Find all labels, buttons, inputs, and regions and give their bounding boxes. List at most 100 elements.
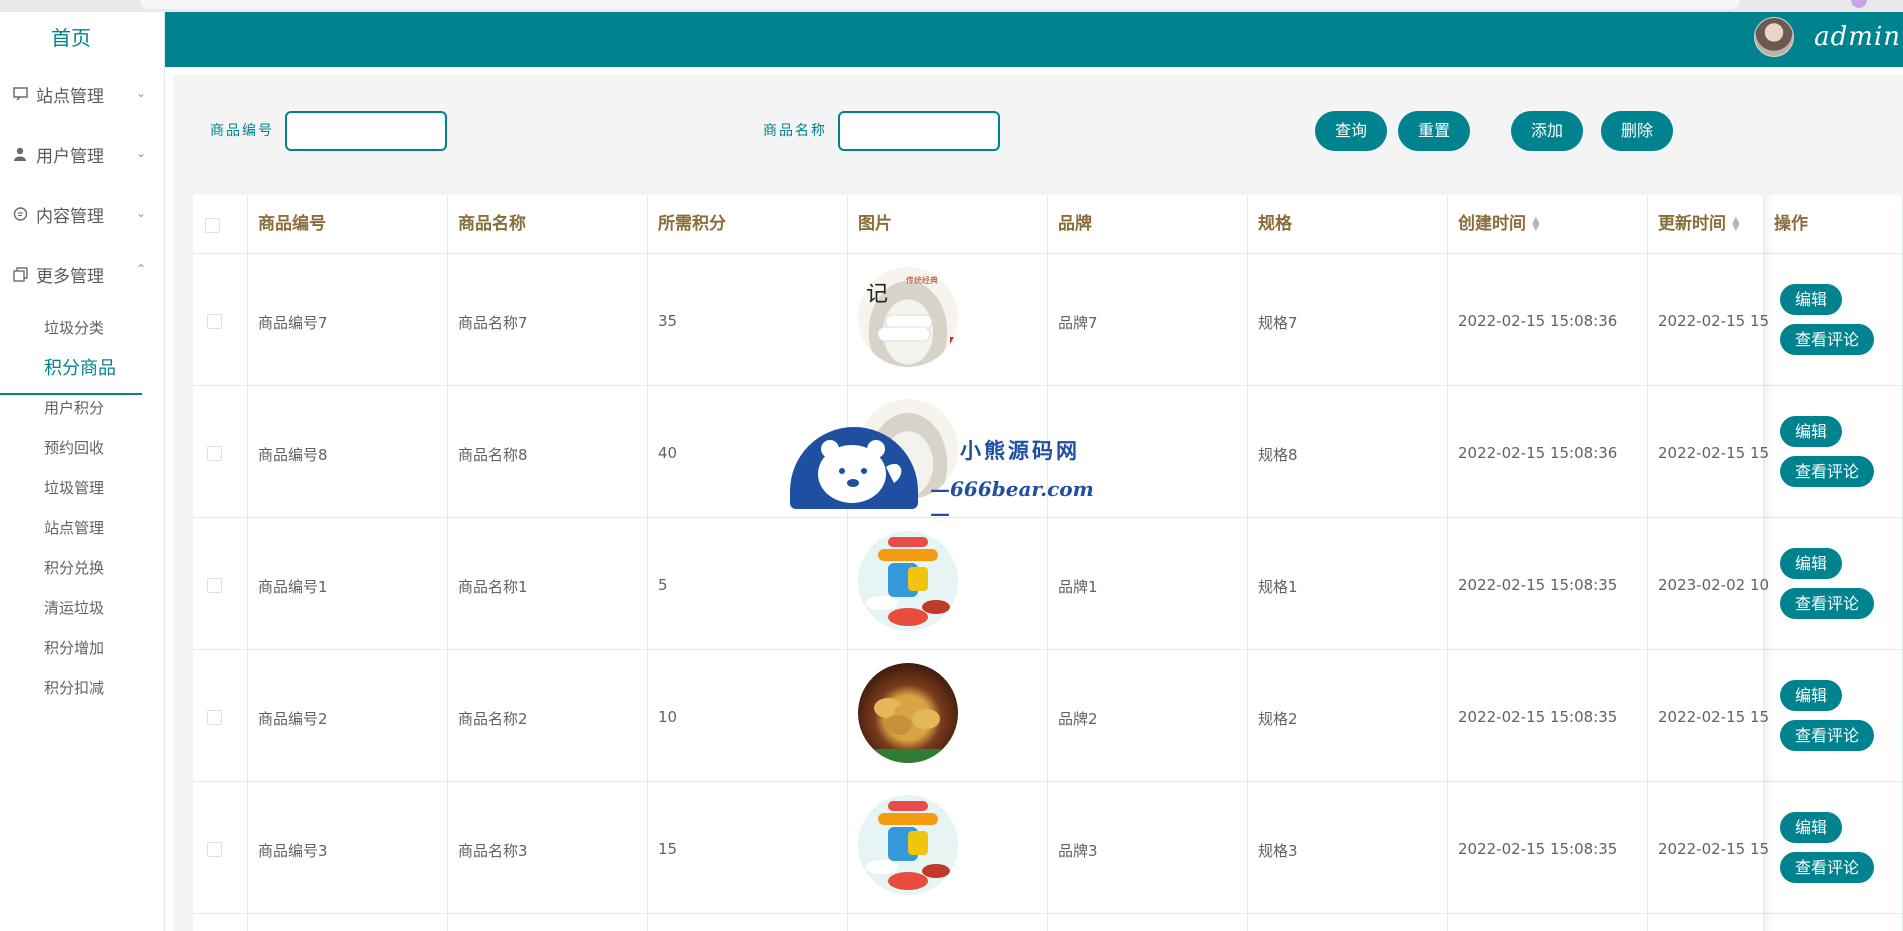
cell-created: 2022-02-15 15:08:36 [1458,444,1618,462]
user-menu[interactable]: admin [1754,17,1901,57]
view-comments-button[interactable]: 查看评论 [1780,456,1874,487]
row-checkbox[interactable] [207,314,222,329]
delete-button[interactable]: 删除 [1601,111,1673,151]
sidebar-home[interactable]: 首页 [0,22,142,51]
row-divider [193,649,1903,650]
row-checkbox[interactable] [207,446,222,461]
cell-spec: 规格2 [1258,710,1298,728]
sidebar-menu-site[interactable]: 站点管理 ⌄ [12,76,146,112]
row-divider [193,385,1903,386]
col-created [1448,195,1648,931]
cell-points: 10 [658,708,678,726]
row-checkbox[interactable] [207,842,222,857]
search-name-input[interactable] [838,111,1000,151]
sidebar-item-trash-manage[interactable]: 垃圾管理 [44,477,104,498]
fixed-column-shadow [1764,195,1774,931]
th-created[interactable]: 创建时间 ▲ ▼ [1448,195,1648,253]
bear-logo-icon [790,427,918,509]
edit-button[interactable]: 编辑 [1780,548,1842,579]
th-updated[interactable]: 更新时间 ▲ ▼ [1648,195,1764,253]
search-code-input[interactable] [285,111,447,151]
cell-updated: 2023-02-02 10 [1658,576,1770,594]
sidebar-item-points-goods[interactable]: 积分商品 [44,354,116,380]
view-comments-button[interactable]: 查看评论 [1780,588,1874,619]
col-select [193,195,248,931]
cell-updated: 2022-02-15 15 [1658,840,1770,858]
watermark: 小熊源码网 —666bear.com— [790,427,1110,525]
sidebar-item-points-exchange[interactable]: 积分兑换 [44,557,104,578]
cell-code: 商品编号2 [258,710,328,728]
edit-button[interactable]: 编辑 [1780,284,1842,315]
sidebar-item-user-points[interactable]: 用户积分 [44,397,104,418]
th-created-label: 创建时间 [1458,214,1526,234]
cell-created: 2022-02-15 15:08:36 [1458,312,1618,330]
col-code [248,195,448,931]
sidebar-item-site-manage[interactable]: 站点管理 [44,517,104,538]
watermark-title: 小熊源码网 [960,438,1080,463]
add-button[interactable]: 添加 [1511,111,1583,151]
cell-created: 2022-02-15 15:08:35 [1458,708,1618,726]
row-divider [193,781,1903,782]
svg-text:记: 记 [866,282,888,307]
sidebar-menu-content[interactable]: 内容管理 ⌄ [12,196,146,232]
monitor-icon [12,86,28,102]
browser-strip [0,0,1903,12]
product-image [858,663,958,763]
row-checkbox[interactable] [207,710,222,725]
cell-updated: 2022-02-15 15 [1658,708,1770,726]
cell-code: 商品编号1 [258,578,328,596]
sidebar-item-clear-trash[interactable]: 清运垃圾 [44,597,104,618]
view-comments-button[interactable]: 查看评论 [1780,852,1874,883]
reset-button[interactable]: 重置 [1398,111,1470,151]
query-button[interactable]: 查询 [1315,111,1387,151]
cell-points: 35 [658,312,678,330]
th-actions: 操作 [1774,214,1808,234]
avatar[interactable] [1754,17,1795,57]
goods-table: 商品编号 商品名称 所需积分 图片 品牌 规格 创建时间 ▲ ▼ 更新时间 ▲ ▼ 操作… [193,195,1903,931]
profile-icon[interactable] [1851,0,1867,8]
sidebar-menu-more[interactable]: 更多管理 ⌃ [12,256,146,292]
sidebar-menu-label: 更多管理 [36,266,104,287]
cell-points: 15 [658,840,678,858]
cell-spec: 规格1 [1258,578,1298,596]
cell-name: 商品名称1 [458,578,528,596]
row-checkbox[interactable] [207,578,222,593]
svg-text:传统经典: 传统经典 [906,275,938,285]
edit-button[interactable]: 编辑 [1780,416,1842,447]
sidebar-item-points-deduct[interactable]: 积分扣减 [44,677,104,698]
header-divider [193,253,1903,254]
cell-points: 40 [658,444,678,462]
cell-name: 商品名称2 [458,710,528,728]
view-comments-button[interactable]: 查看评论 [1780,720,1874,751]
edit-button[interactable]: 编辑 [1780,680,1842,711]
cell-updated: 2022-02-15 15 [1658,444,1770,462]
view-comments-button[interactable]: 查看评论 [1780,324,1874,355]
address-bar[interactable] [140,0,1740,9]
username[interactable]: admin [1814,22,1901,52]
sidebar-item-points-add[interactable]: 积分增加 [44,637,104,658]
sidebar-menu-user[interactable]: 用户管理 ⌄ [12,136,146,172]
cell-spec: 规格7 [1258,314,1298,332]
sidebar-menu-label: 站点管理 [36,86,104,107]
cell-name: 商品名称7 [458,314,528,332]
sort-icon[interactable]: ▲ ▼ [1732,216,1740,233]
sidebar-active-indicator [0,393,142,395]
th-code: 商品编号 [258,214,326,234]
chat-icon [12,206,28,222]
cell-name: 商品名称3 [458,842,528,860]
edit-button[interactable]: 编辑 [1780,812,1842,843]
user-icon [12,146,28,162]
chevron-down-icon: ⌄ [135,206,146,220]
search-code-label: 商品编号 [210,123,274,139]
sidebar-item-recycle-booking[interactable]: 预约回收 [44,437,104,458]
search-name-label: 商品名称 [763,123,827,139]
select-all-checkbox[interactable] [205,218,220,233]
col-updated [1648,195,1764,931]
cell-brand: 品牌3 [1058,842,1098,860]
chevron-up-icon: ⌃ [135,262,146,276]
copy-icon [12,266,28,282]
sidebar-menu-label: 内容管理 [36,206,104,227]
sort-icon[interactable]: ▲ ▼ [1532,216,1540,233]
sidebar-item-trash-category[interactable]: 垃圾分类 [44,317,104,338]
cell-points: 5 [658,576,668,594]
